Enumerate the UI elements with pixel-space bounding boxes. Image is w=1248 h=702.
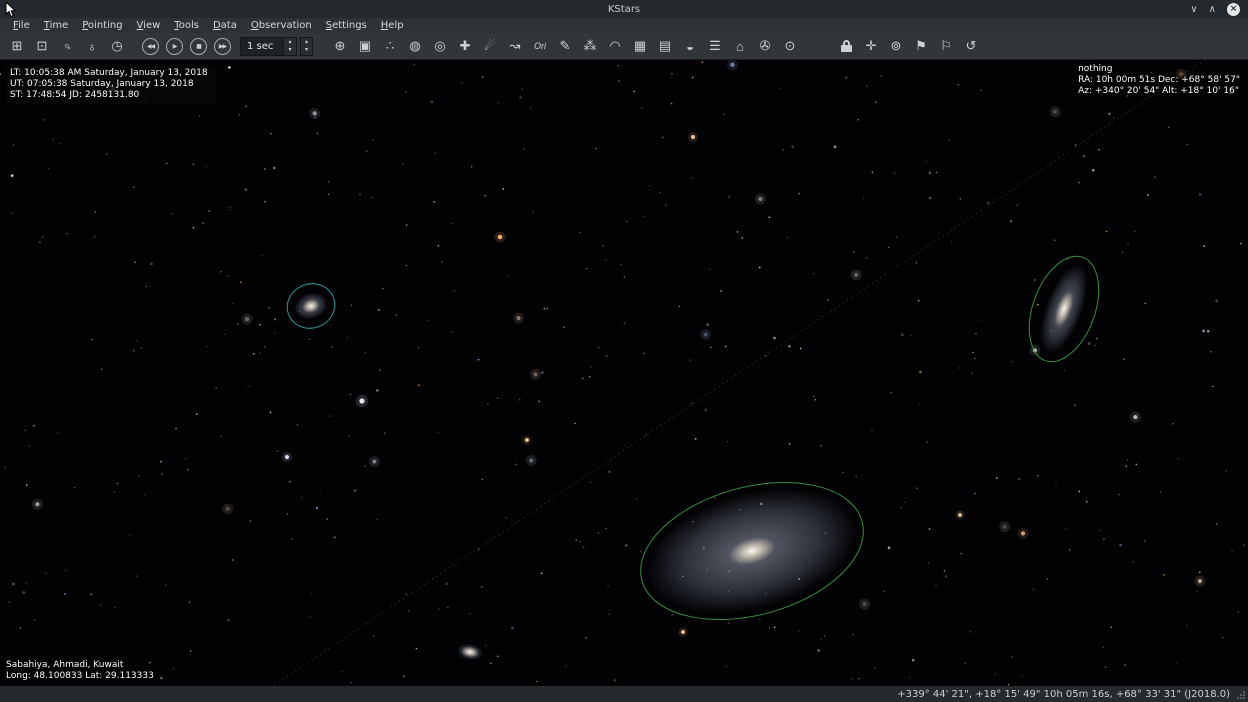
ekos-icon[interactable]: ✇ xyxy=(753,35,777,57)
zoom-reset-icon[interactable]: ↺ xyxy=(959,35,983,57)
sidereal-time: ST: 17:48:54 JD: 2458131.80 xyxy=(10,90,208,101)
center-target-icon[interactable]: ⊚ xyxy=(884,35,908,57)
hover-object-name: nothing xyxy=(1078,64,1240,75)
time-step-spinbox[interactable]: 1 sec ▴ ▾ ▴ ▾ xyxy=(240,37,313,56)
local-time: LT: 10:05:38 AM Saturday, January 13, 20… xyxy=(10,68,208,79)
set-time-button[interactable]: ◷ xyxy=(105,35,129,57)
time-pause-button[interactable]: ▮▮ xyxy=(190,38,207,55)
menu-time[interactable]: Time xyxy=(37,20,75,31)
unit-up-icon[interactable]: ▴ xyxy=(305,38,308,46)
minimize-button[interactable]: ∨ xyxy=(1190,4,1197,15)
menu-settings[interactable]: Settings xyxy=(319,20,374,31)
coordinates-toggle-icon[interactable]: ⊕ xyxy=(328,35,352,57)
window-controls: ∨ ∧ × xyxy=(1190,0,1240,18)
sky-image-icon[interactable]: ▣ xyxy=(353,35,377,57)
mouse-cursor xyxy=(5,2,17,18)
spin-up-icon[interactable]: ▴ xyxy=(288,38,291,46)
show-deep-sky-icon[interactable]: ◍ xyxy=(403,35,427,57)
observatory-dome-icon[interactable]: ⌂ xyxy=(728,35,752,57)
kstars-window: KStars ∨ ∧ × File Time Pointing View Too… xyxy=(0,0,1248,702)
show-stars-icon[interactable]: ∴ xyxy=(378,35,402,57)
location-name: Sabahiya, Ahmadi, Kuwait xyxy=(6,660,154,671)
show-supernovae-icon[interactable]: ✚ xyxy=(453,35,477,57)
main-toolbar: ⊞ ⊡ ♀ ♁ ◷ ◀◀ ▶ ▮▮ ▶▶ 1 sec ▴ ▾ ▴ ▾ ⊕ ▣ ∴… xyxy=(0,33,1248,60)
title-bar[interactable]: KStars ∨ ∧ × xyxy=(0,0,1248,18)
observing-flag-icon[interactable]: ⚑ xyxy=(909,35,933,57)
time-step-spinner[interactable]: ▴ ▾ xyxy=(284,37,297,56)
show-comets-icon[interactable]: ☄ xyxy=(478,35,502,57)
location-overlay: Sabahiya, Ahmadi, Kuwait Long: 48.100833… xyxy=(6,660,154,682)
time-step-value[interactable]: 1 sec xyxy=(240,37,284,56)
time-forward-button[interactable]: ▶▶ xyxy=(214,38,231,55)
menu-bar: File Time Pointing View Tools Data Obser… xyxy=(0,18,1248,33)
menu-file[interactable]: File xyxy=(6,20,37,31)
resize-grip[interactable] xyxy=(1236,690,1246,700)
status-bar: +339° 44' 21", +18° 15' 49" 10h 05m 16s,… xyxy=(0,686,1248,702)
menu-view[interactable]: View xyxy=(130,20,168,31)
menu-pointing[interactable]: Pointing xyxy=(75,20,129,31)
milky-way-icon[interactable]: ◠ xyxy=(603,35,627,57)
observation-list-icon[interactable]: ☰ xyxy=(703,35,727,57)
small-elliptical-galaxy[interactable] xyxy=(291,288,332,324)
menu-help[interactable]: Help xyxy=(374,20,411,31)
menu-data[interactable]: Data xyxy=(206,20,244,31)
focus-info-overlay: nothing RA: 10h 00m 51s Dec: +68° 58' 57… xyxy=(1078,64,1240,97)
fov-eye-icon[interactable]: ⊙ xyxy=(778,35,802,57)
lock-position-button[interactable] xyxy=(834,35,858,57)
close-button[interactable]: × xyxy=(1227,3,1240,16)
status-coordinates: +339° 44' 21", +18° 15' 49" 10h 05m 16s,… xyxy=(897,689,1230,700)
time-info-overlay: LT: 10:05:38 AM Saturday, January 13, 20… xyxy=(6,66,216,104)
time-unit-spinner[interactable]: ▴ ▾ xyxy=(300,37,313,56)
location-coords: Long: 48.100833 Lat: 29.113333 xyxy=(6,671,154,682)
observing-flag-alt-icon[interactable]: ⚐ xyxy=(934,35,958,57)
menu-tools[interactable]: Tools xyxy=(167,20,206,31)
constellation-names-icon[interactable]: Ori xyxy=(528,35,552,57)
maximize-button[interactable]: ∧ xyxy=(1209,4,1216,15)
time-start-button[interactable]: ▶ xyxy=(166,38,183,55)
show-horizon-icon[interactable]: ◒ xyxy=(678,35,702,57)
spin-down-icon[interactable]: ▾ xyxy=(288,46,291,54)
geographic-location-button[interactable]: ♁ xyxy=(80,35,104,57)
faint-galaxy[interactable] xyxy=(456,642,484,662)
horizontal-grid-icon[interactable]: ▤ xyxy=(653,35,677,57)
universal-time: UT: 07:05:38 Saturday, January 13, 2018 xyxy=(10,79,208,90)
spiral-galaxy-large[interactable] xyxy=(633,468,870,635)
find-object-button[interactable]: ♀ xyxy=(51,30,84,63)
constellation-lines-icon[interactable]: ⁂ xyxy=(578,35,602,57)
time-rewind-button[interactable]: ◀◀ xyxy=(142,38,159,55)
telescope-target-icon[interactable]: ✛ xyxy=(859,35,883,57)
menu-observation[interactable]: Observation xyxy=(244,20,319,31)
window-title: KStars xyxy=(608,4,640,15)
focus-azalt: Az: +340° 20' 54" Alt: +18° 10' 16" xyxy=(1078,86,1240,97)
constellation-art-icon[interactable]: ✎ xyxy=(553,35,577,57)
edge-on-galaxy[interactable] xyxy=(1031,259,1097,360)
show-solar-system-icon[interactable]: ◎ xyxy=(428,35,452,57)
sky-map[interactable]: LT: 10:05:38 AM Saturday, January 13, 20… xyxy=(0,60,1248,686)
starfield xyxy=(0,60,1248,686)
focus-radec: RA: 10h 00m 51s Dec: +68° 58' 57" xyxy=(1078,75,1240,86)
equatorial-grid-icon[interactable]: ▦ xyxy=(628,35,652,57)
unit-down-icon[interactable]: ▾ xyxy=(305,46,308,54)
show-satellites-icon[interactable]: ↝ xyxy=(503,35,527,57)
zoom-fit-button[interactable]: ⊞ xyxy=(5,35,29,57)
